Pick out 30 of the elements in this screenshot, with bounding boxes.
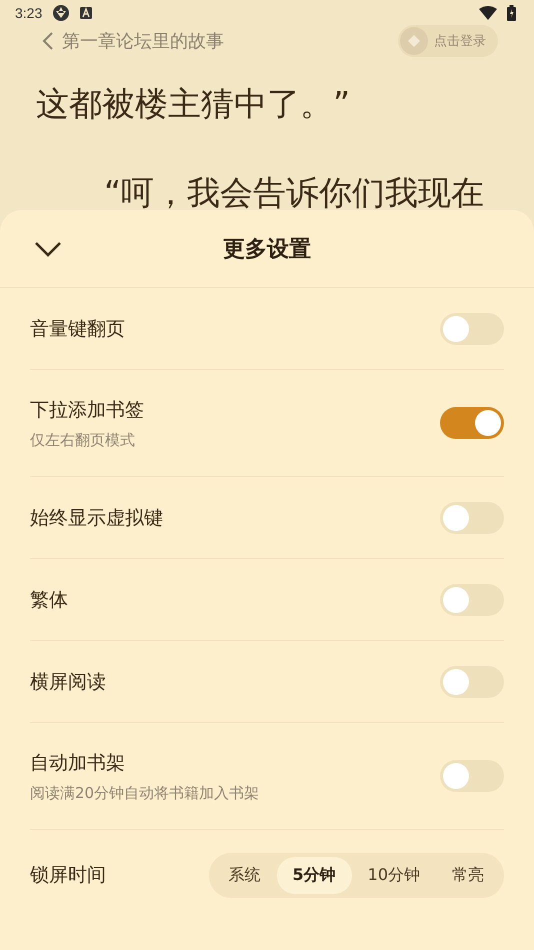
toggle-switch[interactable]	[440, 312, 504, 344]
segment-option[interactable]: 常亮	[436, 856, 500, 894]
back-icon[interactable]	[42, 31, 54, 51]
segment-option[interactable]: 10分钟	[352, 856, 436, 894]
keyboard-a-icon	[80, 7, 92, 19]
setting-label: 锁屏时间	[30, 863, 106, 888]
toggle-switch[interactable]	[440, 584, 504, 616]
setting-label: 下拉添加书签	[30, 398, 144, 422]
toggle-switch[interactable]	[440, 666, 504, 698]
setting-hint: 仅左右翻页模式	[30, 430, 136, 450]
wifi-icon	[479, 6, 497, 20]
chapter-title: 第一章论坛里的故事	[62, 30, 224, 53]
toggle-switch[interactable]	[440, 502, 504, 534]
sheet-title: 更多设置	[223, 236, 311, 264]
setting-label: 自动加书架	[30, 750, 126, 776]
segment-option[interactable]: 5分钟	[276, 856, 352, 894]
setting-label: 始终显示虚拟键	[30, 506, 163, 530]
setting-hint: 阅读满20分钟自动将书籍加入书架	[30, 784, 260, 802]
battery-icon	[507, 5, 516, 21]
setting-label: 横屏阅读	[30, 670, 106, 694]
segment-option[interactable]: 系统	[212, 856, 276, 894]
chevron-down-icon[interactable]	[34, 241, 62, 257]
story-text: 这都被楼主猜中了。”	[35, 83, 352, 125]
setting-label: 繁体	[30, 588, 68, 612]
toggle-switch[interactable]	[440, 407, 504, 439]
status-time: 3:23	[15, 5, 42, 21]
story-text: “呵，我会告诉你们我现在	[103, 172, 486, 210]
diamond-icon	[408, 35, 420, 47]
setting-label: 音量键翻页	[30, 316, 125, 342]
toggle-switch[interactable]	[440, 760, 504, 792]
